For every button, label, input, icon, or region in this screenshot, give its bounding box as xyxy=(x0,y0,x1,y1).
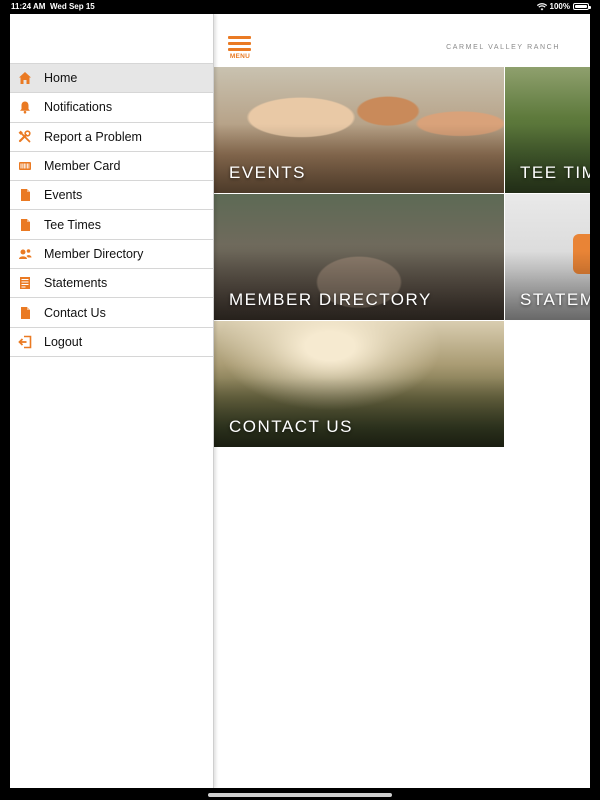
sidebar-item-tee-times[interactable]: Tee Times xyxy=(10,210,213,240)
people-icon xyxy=(17,246,33,262)
status-date: Wed Sep 15 xyxy=(50,2,95,11)
tile-caption: CONTACT US xyxy=(229,417,353,436)
document-icon xyxy=(17,187,33,203)
sidebar-item-events[interactable]: Events xyxy=(10,181,213,211)
tools-icon xyxy=(17,129,33,145)
sidebar-item-label: Events xyxy=(44,188,83,203)
barcode-card-icon xyxy=(17,158,33,174)
tile-caption: TEE TIMES xyxy=(520,163,590,182)
sidebar-item-statements[interactable]: Statements xyxy=(10,269,213,299)
tile-member-directory[interactable]: MEMBER DIRECTORY xyxy=(214,194,504,320)
sidebar-item-member-directory[interactable]: Member Directory xyxy=(10,240,213,270)
sidebar-list: Home Notifications Report a Problem Memb… xyxy=(10,63,213,357)
brand-name: CARMEL VALLEY RANCH xyxy=(446,44,560,51)
tile-statements[interactable]: STATEMENTS xyxy=(505,194,590,320)
sidebar-item-notifications[interactable]: Notifications xyxy=(10,93,213,123)
battery-icon xyxy=(573,3,591,10)
status-indicators: 100% xyxy=(536,2,591,11)
sidebar-menu: Home Notifications Report a Problem Memb… xyxy=(10,14,214,788)
sidebar-item-report-problem[interactable]: Report a Problem xyxy=(10,123,213,152)
sidebar-item-label: Logout xyxy=(44,334,83,349)
battery-percent: 100% xyxy=(549,2,570,11)
tile-events[interactable]: EVENTS xyxy=(214,67,504,193)
sidebar-item-contact-us[interactable]: Contact Us xyxy=(10,298,213,328)
document-icon xyxy=(17,217,33,233)
sidebar-item-label: Statements xyxy=(44,276,108,291)
home-indicator[interactable] xyxy=(208,793,392,797)
sidebar-item-label: Home xyxy=(44,71,78,86)
tile-contact-us[interactable]: CONTACT US xyxy=(214,321,504,447)
tile-tee-times[interactable]: TEE TIMES xyxy=(505,67,590,193)
sidebar-item-label: Tee Times xyxy=(44,217,101,232)
logout-icon xyxy=(17,334,33,350)
menu-label: MENU xyxy=(229,53,251,60)
menu-button[interactable]: MENU xyxy=(228,36,252,62)
tile-caption: MEMBER DIRECTORY xyxy=(229,290,432,309)
tile-caption: EVENTS xyxy=(229,163,307,182)
status-bar: 11:24 AM Wed Sep 15 100% xyxy=(0,0,600,14)
app-screen: Home Notifications Report a Problem Memb… xyxy=(10,14,590,788)
bell-icon xyxy=(17,99,33,115)
sidebar-item-label: Report a Problem xyxy=(44,129,142,144)
home-icon xyxy=(17,70,33,86)
wifi-icon xyxy=(536,2,547,10)
sidebar-item-label: Member Card xyxy=(44,159,121,174)
document-icon xyxy=(17,305,33,321)
sidebar-item-label: Notifications xyxy=(44,100,113,115)
sidebar-item-label: Member Directory xyxy=(44,246,144,261)
sidebar-item-label: Contact Us xyxy=(44,305,106,320)
hamburger-icon-bar xyxy=(228,48,251,51)
sidebar-item-logout[interactable]: Logout xyxy=(10,328,213,357)
hamburger-icon xyxy=(228,36,251,39)
sidebar-item-home[interactable]: Home xyxy=(10,64,213,94)
statement-icon xyxy=(17,275,33,291)
sidebar-item-member-card[interactable]: Member Card xyxy=(10,152,213,182)
tile-caption: STATEMENTS xyxy=(520,290,590,309)
hamburger-icon-bar xyxy=(228,42,251,45)
main-content: MENU CARMEL VALLEY RANCH EVENTS TEE TI ME… xyxy=(214,14,590,788)
app-header: MENU CARMEL VALLEY RANCH xyxy=(214,14,590,66)
status-time: 11:24 AM xyxy=(11,2,46,11)
